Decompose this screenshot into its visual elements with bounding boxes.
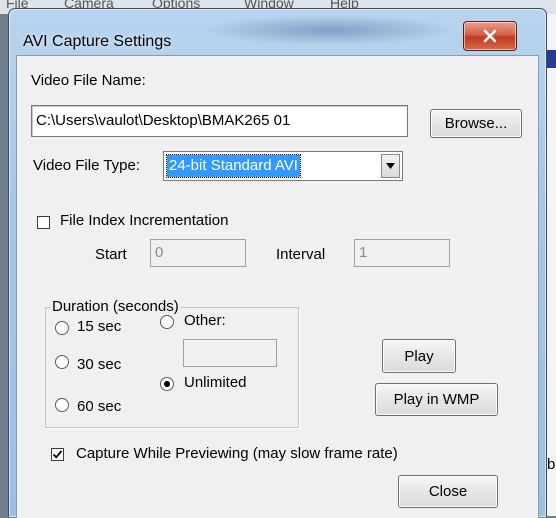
radio-unlimited[interactable] — [160, 377, 174, 391]
start-input[interactable]: 0 — [150, 239, 246, 267]
background-text-fragment: b — [547, 456, 556, 473]
other-duration-input[interactable] — [183, 339, 277, 367]
radio-unlimited-label: Unlimited — [184, 374, 247, 391]
avi-capture-settings-dialog: AVI Capture Settings Video File Name: C:… — [8, 8, 547, 518]
start-label: Start — [95, 246, 127, 263]
video-file-type-select[interactable]: 24-bit Standard AVI — [163, 151, 403, 181]
video-file-type-label: Video File Type: — [33, 157, 141, 174]
radio-selected-dot — [164, 381, 170, 387]
dialog-client-area: Video File Name: C:\Users\vaulot\Desktop… — [16, 55, 539, 518]
radio-30-sec-label: 30 sec — [77, 356, 122, 373]
interval-label: Interval — [276, 246, 326, 263]
capture-while-previewing-label: Capture While Previewing (may slow frame… — [76, 445, 398, 462]
file-index-label: File Index Incrementation — [60, 212, 229, 229]
video-file-type-selected: 24-bit Standard AVI — [166, 154, 301, 178]
duration-legend: Duration (seconds) — [50, 298, 181, 315]
play-in-wmp-button[interactable]: Play in WMP — [375, 383, 498, 416]
chevron-down-icon — [386, 163, 395, 169]
interval-input[interactable]: 1 — [354, 239, 450, 267]
titlebar-glass — [199, 15, 459, 45]
file-index-checkbox[interactable] — [37, 216, 50, 229]
radio-15-sec[interactable] — [55, 321, 69, 335]
dialog-title: AVI Capture Settings — [23, 33, 172, 50]
close-button[interactable]: Close — [398, 475, 498, 508]
radio-other[interactable] — [160, 315, 174, 329]
radio-15-sec-label: 15 sec — [77, 318, 122, 335]
checkmark-icon — [52, 450, 63, 459]
close-icon — [483, 29, 497, 43]
play-button[interactable]: Play — [382, 339, 456, 373]
background-toolbar-fragment — [546, 50, 556, 68]
radio-60-sec[interactable] — [55, 398, 69, 412]
dropdown-button[interactable] — [381, 154, 400, 178]
video-file-name-label: Video File Name: — [31, 72, 146, 89]
video-file-name-input[interactable]: C:\Users\vaulot\Desktop\BMAK265 01 — [31, 105, 408, 137]
close-window-button[interactable] — [463, 21, 517, 51]
browse-button[interactable]: Browse... — [430, 109, 522, 138]
capture-while-previewing-checkbox[interactable] — [51, 448, 64, 461]
radio-60-sec-label: 60 sec — [77, 398, 122, 415]
radio-30-sec[interactable] — [55, 355, 69, 369]
radio-other-label: Other: — [184, 312, 226, 329]
